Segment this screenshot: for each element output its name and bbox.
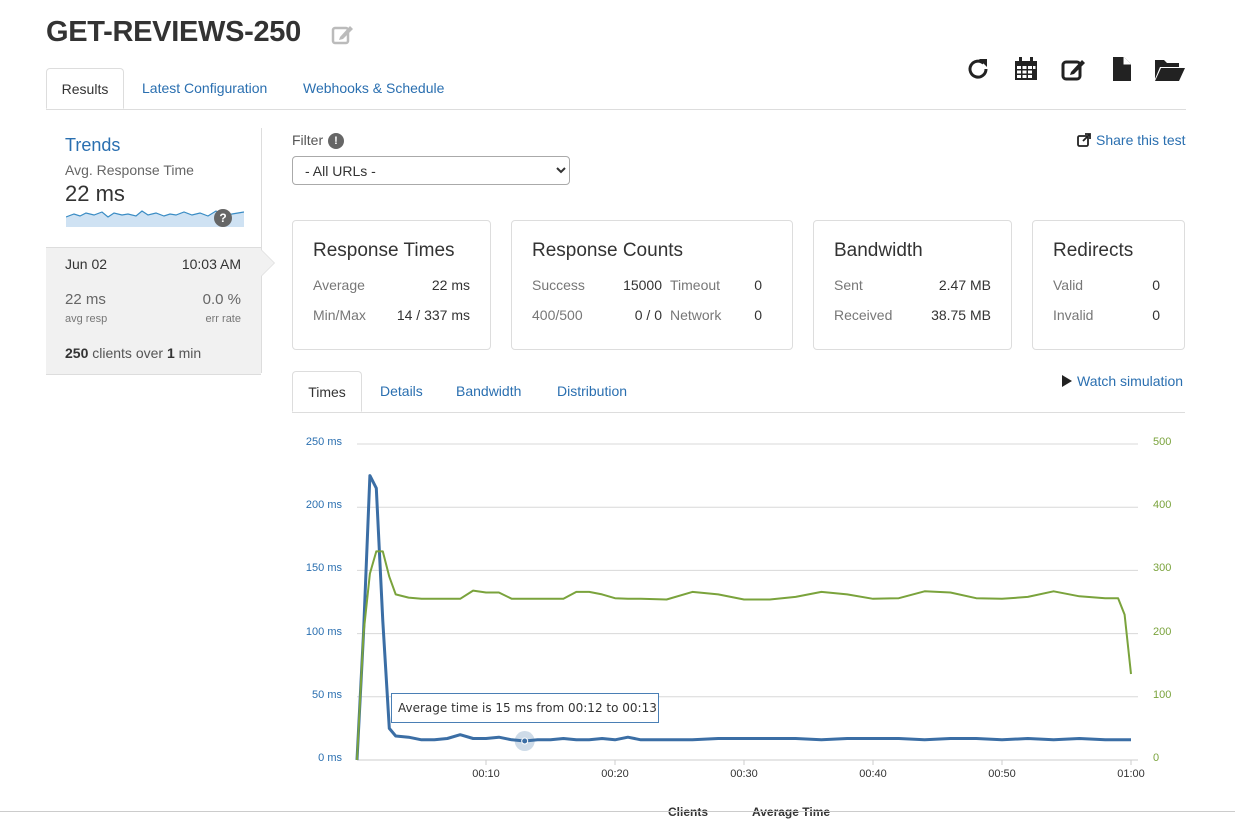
minmax-value: 14 / 337 ms	[396, 307, 470, 323]
x-tick-label: 00:50	[988, 768, 1016, 780]
average-value: 22 ms	[431, 277, 470, 293]
edit-icon[interactable]	[330, 22, 356, 48]
x-tick-label: 00:40	[859, 768, 887, 780]
average-label: Average	[313, 277, 365, 293]
y-right-tick-label: 100	[1153, 688, 1172, 701]
tab-latest-configuration[interactable]: Latest Configuration	[126, 68, 283, 108]
run-err-rate: 0.0 %	[202, 291, 241, 308]
success-label: Success	[532, 277, 585, 293]
hover-point[interactable]	[521, 737, 529, 745]
chart-tooltip: Average time is 15 ms from 00:12 to 00:1…	[391, 693, 659, 723]
tab-bandwidth[interactable]: Bandwidth	[440, 371, 537, 411]
response-counts-card: Response Counts Success 15000 Timeout 0 …	[511, 220, 793, 350]
sent-label: Sent	[834, 277, 863, 293]
watch-simulation-link[interactable]: Watch simulation	[1062, 373, 1183, 389]
timeout-label: Timeout	[670, 277, 721, 293]
share-link[interactable]: Share this test	[1077, 132, 1186, 148]
minmax-label: Min/Max	[313, 307, 366, 323]
y-right-tick-label: 200	[1153, 625, 1172, 638]
series-clients[interactable]	[356, 550, 1132, 761]
tab-details[interactable]: Details	[364, 371, 439, 411]
y-right-tick-label: 400	[1153, 499, 1172, 512]
main-tabs: Results Latest Configuration Webhooks & …	[46, 68, 1186, 110]
tab-times[interactable]: Times	[292, 371, 362, 412]
url-filter-select[interactable]: - All URLs -	[292, 156, 570, 185]
received-label: Received	[834, 307, 893, 323]
trends-link[interactable]: Trends	[65, 135, 120, 156]
tab-webhooks-schedule[interactable]: Webhooks & Schedule	[287, 68, 460, 108]
y-left-tick-label: 0 ms	[318, 752, 342, 764]
tab-results[interactable]: Results	[46, 68, 124, 109]
invalid-label: Invalid	[1053, 307, 1094, 323]
share-icon	[1077, 133, 1091, 147]
card-title: Bandwidth	[834, 240, 923, 261]
run-avg-resp: 22 ms	[65, 291, 106, 308]
card-title: Response Times	[313, 240, 455, 261]
help-icon[interactable]: ?	[214, 209, 232, 227]
legend-average-time[interactable]: Average Time	[752, 805, 830, 819]
errors-label: 400/500	[532, 307, 583, 323]
sent-value: 2.47 MB	[938, 277, 991, 293]
run-clients: 250 clients over 1 min	[65, 345, 202, 361]
times-chart-svg	[355, 443, 1138, 765]
y-right-tick-label: 500	[1153, 436, 1172, 448]
y-left-tick-label: 100 ms	[305, 625, 342, 638]
y-left-tick-label: 50 ms	[312, 688, 342, 701]
invalid-value: 0	[1152, 307, 1160, 323]
x-tick-label: 00:30	[730, 768, 758, 780]
valid-value: 0	[1152, 277, 1160, 293]
valid-label: Valid	[1053, 277, 1084, 293]
timeout-value: 0	[754, 277, 762, 293]
chart-tabs: Times Details Bandwidth Distribution	[292, 371, 1185, 413]
page-divider	[0, 811, 1235, 812]
y-right-tick-label: 0	[1153, 752, 1160, 764]
y-left-tick-label: 250 ms	[305, 436, 342, 448]
info-icon[interactable]: !	[328, 133, 344, 149]
card-title: Redirects	[1053, 240, 1134, 261]
selected-arrow	[261, 250, 274, 276]
run-avg-resp-label: avg resp	[65, 313, 108, 325]
y-right-tick-label: 300	[1153, 562, 1172, 575]
received-value: 38.75 MB	[931, 307, 991, 323]
errors-value: 0 / 0	[634, 307, 662, 323]
y-left-tick-label: 150 ms	[305, 562, 342, 575]
play-icon	[1062, 375, 1072, 387]
redirects-card: Redirects Valid 0 Invalid 0	[1032, 220, 1185, 350]
x-tick-label: 00:10	[472, 768, 500, 780]
success-value: 15000	[623, 277, 662, 293]
card-title: Response Counts	[532, 240, 684, 261]
avg-response-label: Avg. Response Time	[65, 162, 194, 178]
x-tick-label: 01:00	[1117, 768, 1145, 780]
network-value: 0	[754, 307, 762, 323]
x-tick-label: 00:20	[601, 768, 629, 780]
legend-clients[interactable]: Clients	[668, 805, 708, 819]
run-err-rate-label: err rate	[205, 313, 241, 325]
network-label: Network	[670, 307, 722, 323]
times-chart	[290, 430, 1190, 800]
page-title: GET-REVIEWS-250	[46, 16, 301, 48]
response-times-card: Response Times Average 22 ms Min/Max 14 …	[292, 220, 491, 350]
run-time: 10:03 AM	[181, 256, 241, 272]
tab-distribution[interactable]: Distribution	[541, 371, 643, 411]
run-date: Jun 02	[65, 256, 108, 272]
filter-label: Filter	[292, 132, 324, 148]
bandwidth-card: Bandwidth Sent 2.47 MB Received 38.75 MB	[813, 220, 1012, 350]
y-left-tick-label: 200 ms	[305, 499, 342, 512]
avg-response-value: 22 ms	[65, 181, 125, 206]
